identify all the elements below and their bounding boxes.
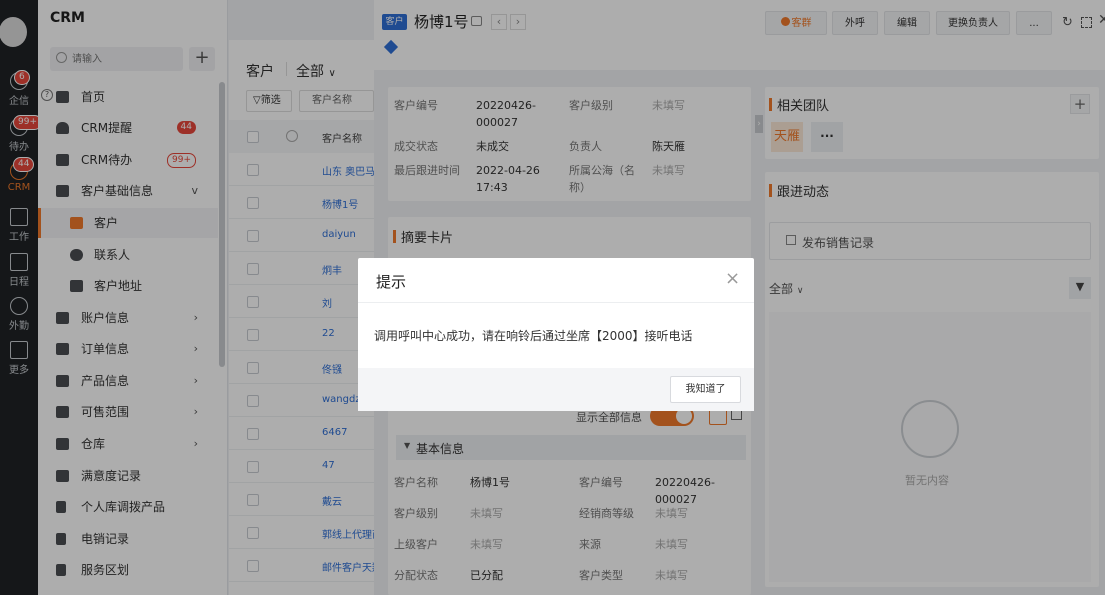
alert-dialog: 提示 × 调用呼叫中心成功，请在响铃后通过坐席【2000】接听电话 我知道了 xyxy=(358,258,754,411)
close-icon[interactable]: × xyxy=(725,268,740,289)
confirm-button[interactable]: 我知道了 xyxy=(670,376,741,403)
dialog-message: 调用呼叫中心成功，请在响铃后通过坐席【2000】接听电话 xyxy=(374,329,693,343)
divider xyxy=(358,302,754,303)
dialog-title: 提示 xyxy=(376,273,407,291)
